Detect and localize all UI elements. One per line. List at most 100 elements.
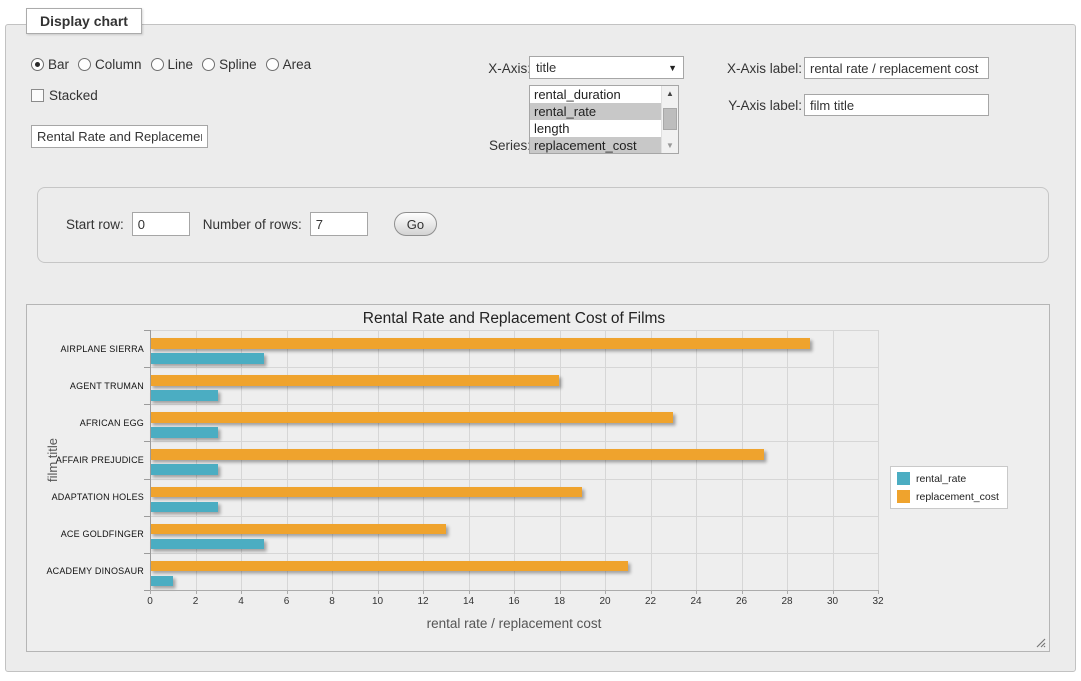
gridline-horizontal: [150, 404, 878, 405]
x-tick-label: 8: [317, 596, 347, 607]
category-label: ACE GOLDFINGER: [34, 529, 144, 539]
series-option-rental_duration[interactable]: rental_duration: [530, 86, 661, 103]
gridline-vertical: [423, 330, 424, 590]
category-label: AIRPLANE SIERRA: [34, 344, 144, 354]
x-tick-label: 18: [545, 596, 575, 607]
category-label: AGENT TRUMAN: [34, 381, 144, 391]
chart-type-radio-column[interactable]: Column: [78, 57, 142, 72]
x-tick-label: 32: [863, 596, 893, 607]
x-tick-label: 12: [408, 596, 438, 607]
bar-replacement_cost: [150, 449, 764, 460]
gridline-vertical: [332, 330, 333, 590]
x-axis-title: rental rate / replacement cost: [150, 616, 878, 631]
x-axis-selected-value: title: [536, 60, 556, 75]
series-list-label: Series:: [471, 138, 531, 153]
gridline-horizontal: [150, 479, 878, 480]
legend-entry-replacement_cost: replacement_cost: [897, 490, 999, 503]
x-tick-label: 28: [772, 596, 802, 607]
x-axis-line: [150, 590, 878, 591]
gridline-horizontal: [150, 441, 878, 442]
bar-rental_rate: [150, 502, 218, 513]
chart-type-radio-area[interactable]: Area: [266, 57, 312, 72]
legend-swatch-icon: [897, 490, 910, 503]
radio-icon[interactable]: [266, 58, 279, 71]
x-axis-label-input[interactable]: [804, 57, 989, 79]
x-tick-label: 30: [818, 596, 848, 607]
gridline-vertical: [241, 330, 242, 590]
bar-rental_rate: [150, 576, 173, 587]
x-axis-select-label: X-Axis:: [471, 61, 531, 76]
listbox-scrollbar[interactable]: ▲ ▼: [661, 86, 678, 153]
series-listbox[interactable]: rental_durationrental_ratelengthreplacem…: [529, 85, 679, 154]
chart-type-radio-line[interactable]: Line: [151, 57, 194, 72]
x-tick-label: 20: [590, 596, 620, 607]
bar-rental_rate: [150, 353, 264, 364]
chevron-down-icon: ▼: [668, 63, 677, 73]
gridline-vertical: [878, 330, 879, 590]
x-tick-label: 26: [727, 596, 757, 607]
gridline-vertical: [287, 330, 288, 590]
category-label: ACADEMY DINOSAUR: [34, 566, 144, 576]
display-chart-panel: Display chart BarColumnLineSplineArea St…: [5, 24, 1076, 672]
radio-label: Spline: [219, 57, 257, 72]
radio-label: Area: [283, 57, 312, 72]
chart-type-radio-spline[interactable]: Spline: [202, 57, 257, 72]
bar-replacement_cost: [150, 487, 582, 498]
start-row-input[interactable]: [132, 212, 190, 236]
page: Display chart Bar Column Line Spline Area St…: [0, 0, 1081, 681]
scroll-down-icon[interactable]: ▼: [662, 138, 678, 153]
gridline-vertical: [378, 330, 379, 590]
chart: 02468101214161820222426283032AIRPLANE SI…: [26, 304, 1050, 652]
chart-title-input[interactable]: [31, 125, 208, 148]
row-range-box: Start row: Number of rows: Go: [37, 187, 1049, 263]
go-button[interactable]: Go: [394, 212, 437, 236]
radio-icon[interactable]: [202, 58, 215, 71]
scrollbar-thumb[interactable]: [663, 108, 677, 130]
x-tick-label: 14: [454, 596, 484, 607]
bar-rental_rate: [150, 539, 264, 550]
gridline-vertical: [196, 330, 197, 590]
stacked-label: Stacked: [49, 88, 98, 103]
radio-icon[interactable]: [78, 58, 91, 71]
gridline-horizontal: [150, 553, 878, 554]
bar-replacement_cost: [150, 561, 628, 572]
num-rows-input[interactable]: [310, 212, 368, 236]
legend-entry-rental_rate: rental_rate: [897, 472, 999, 485]
radio-label: Bar: [48, 57, 69, 72]
bar-rental_rate: [150, 427, 218, 438]
series-options: rental_durationrental_ratelengthreplacem…: [530, 86, 661, 153]
num-rows-label: Number of rows:: [203, 217, 302, 232]
radio-label: Column: [95, 57, 142, 72]
x-tick-label: 0: [135, 596, 165, 607]
gridline-vertical: [605, 330, 606, 590]
panel-title: Display chart: [26, 8, 142, 34]
chart-title: Rental Rate and Replacement Cost of Film…: [150, 310, 878, 328]
gridline-vertical: [469, 330, 470, 590]
bar-replacement_cost: [150, 375, 559, 386]
stacked-checkbox[interactable]: [31, 89, 44, 102]
series-option-rental_rate[interactable]: rental_rate: [530, 103, 661, 120]
radio-label: Line: [168, 57, 194, 72]
y-axis-label-input[interactable]: [804, 94, 989, 116]
y-axis-label-field-label: Y-Axis label:: [718, 98, 802, 113]
gridline-horizontal: [150, 516, 878, 517]
x-tick-label: 2: [181, 596, 211, 607]
radio-icon[interactable]: [31, 58, 44, 71]
x-axis-select[interactable]: title ▼: [529, 56, 684, 79]
stacked-checkbox-row[interactable]: Stacked: [31, 88, 98, 103]
gridline-vertical: [742, 330, 743, 590]
scroll-up-icon[interactable]: ▲: [662, 86, 678, 101]
series-option-length[interactable]: length: [530, 120, 661, 137]
radio-icon[interactable]: [151, 58, 164, 71]
x-axis-label-field-label: X-Axis label:: [718, 61, 802, 76]
chart-type-radio-bar[interactable]: Bar: [31, 57, 69, 72]
series-option-replacement_cost[interactable]: replacement_cost: [530, 137, 661, 153]
y-axis-line: [150, 330, 151, 590]
gridline-vertical: [833, 330, 834, 590]
chart-legend: rental_rate replacement_cost: [890, 466, 1008, 509]
gridline-vertical: [560, 330, 561, 590]
legend-label: rental_rate: [916, 473, 966, 485]
bar-replacement_cost: [150, 524, 446, 535]
gridline-vertical: [651, 330, 652, 590]
resize-grip-icon[interactable]: [1036, 638, 1046, 648]
